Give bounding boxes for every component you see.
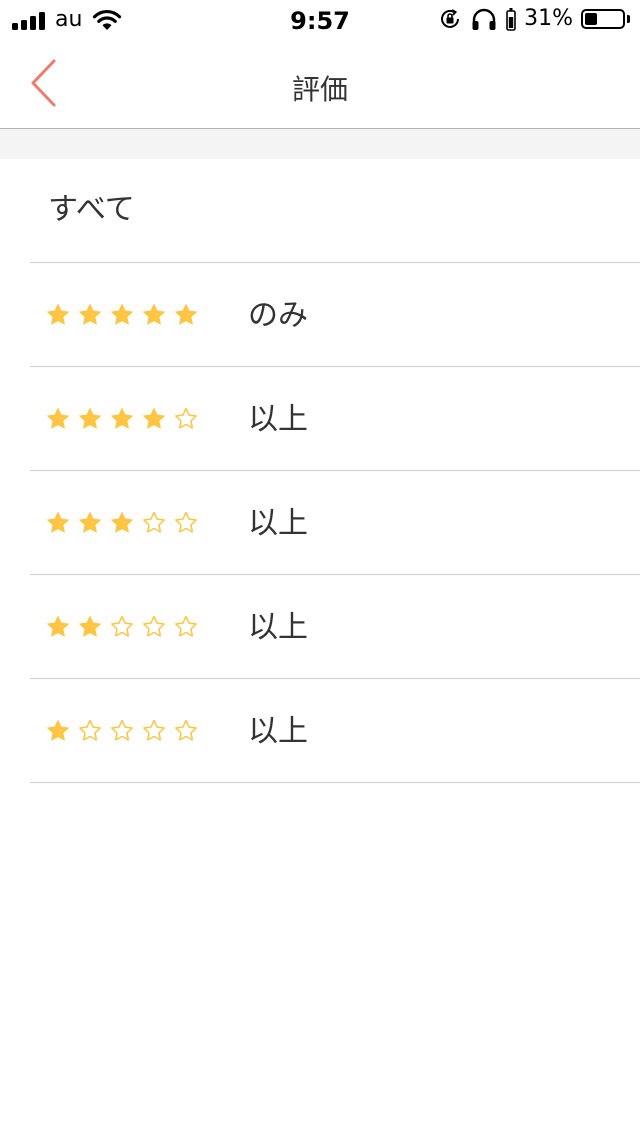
star-rating [45, 614, 199, 640]
star-empty-icon [143, 511, 165, 533]
filter-option-label: すべて [48, 192, 135, 227]
star-empty-icon [79, 719, 101, 741]
star-filled-icon [46, 407, 70, 429]
star-rating [45, 510, 199, 536]
filter-option-label: 以上 [248, 714, 308, 749]
star-rating [45, 718, 199, 744]
rating-filter-list: すべて のみ 以上 以上 以上 以上 [0, 159, 640, 783]
star-empty-icon [175, 719, 197, 741]
star-empty-icon [111, 719, 133, 741]
filter-option-label: 以上 [248, 610, 308, 645]
star-empty-icon [175, 511, 197, 533]
filter-option-label: 以上 [248, 402, 308, 437]
navigation-bar: 評価 [0, 40, 640, 129]
filter-option-all[interactable]: すべて [30, 159, 640, 263]
star-rating [45, 406, 199, 432]
star-empty-icon [111, 615, 133, 637]
section-spacer [0, 129, 640, 159]
star-filled-icon [142, 407, 166, 429]
page-title: 評価 [291, 73, 348, 106]
star-filled-icon [110, 511, 134, 533]
filter-option-4-stars[interactable]: 以上 [30, 367, 640, 471]
star-filled-icon [46, 511, 70, 533]
star-filled-icon [78, 511, 102, 533]
orientation-lock-icon [441, 9, 460, 28]
headphones-icon [472, 8, 496, 30]
star-empty-icon [175, 407, 197, 429]
star-filled-icon [78, 407, 102, 429]
star-empty-icon [143, 719, 165, 741]
star-filled-icon [78, 303, 102, 325]
battery-cap [627, 15, 630, 23]
filter-option-3-stars[interactable]: 以上 [30, 471, 640, 575]
star-rating [45, 302, 199, 328]
star-filled-icon [110, 303, 134, 325]
star-filled-icon [78, 615, 102, 637]
star-filled-icon [174, 303, 198, 325]
filter-option-5-stars[interactable]: のみ [30, 263, 640, 367]
star-empty-icon [143, 615, 165, 637]
star-filled-icon [46, 719, 70, 741]
filter-option-label: 以上 [248, 506, 308, 541]
battery-percentage: 31% [524, 6, 573, 31]
star-filled-icon [110, 407, 134, 429]
star-filled-icon [46, 615, 70, 637]
battery-icon [581, 9, 625, 29]
filter-option-label: のみ [248, 298, 308, 333]
filter-option-1-stars[interactable]: 以上 [30, 679, 640, 783]
star-filled-icon [46, 303, 70, 325]
star-empty-icon [175, 615, 197, 637]
headphone-battery-icon [506, 8, 516, 31]
star-filled-icon [142, 303, 166, 325]
status-bar: au 9:57 31% [0, 0, 640, 40]
filter-option-2-stars[interactable]: 以上 [30, 575, 640, 679]
